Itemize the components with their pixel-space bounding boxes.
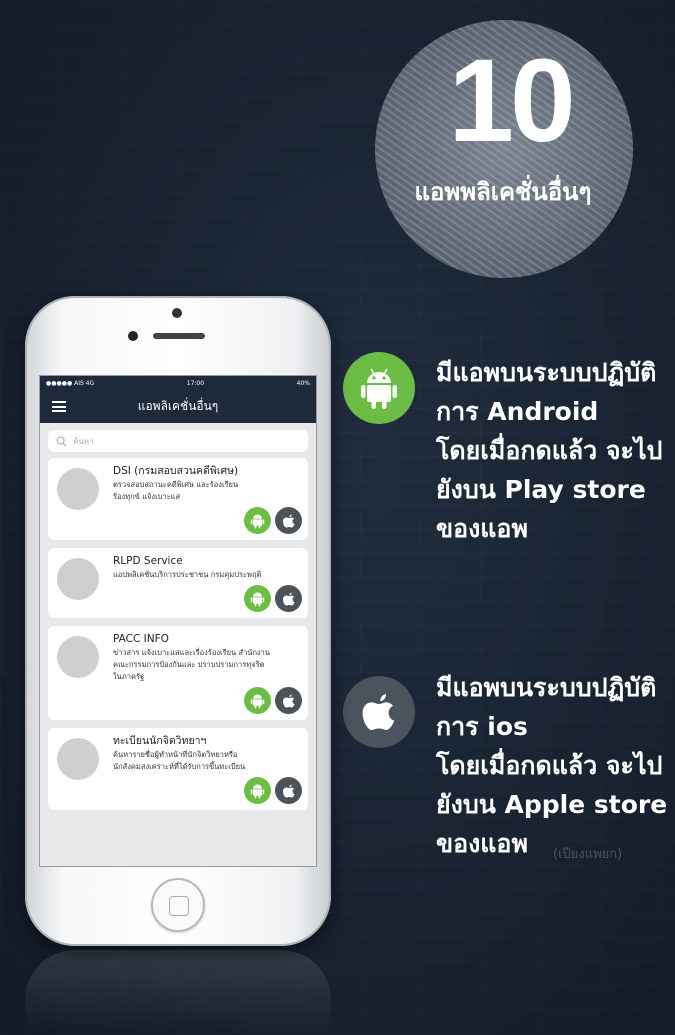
phone-screen: ●●●●● AIS 4G 17:00 40% แอพลิเคชั่นอื่นๆ …: [39, 375, 317, 867]
store-buttons: [113, 585, 302, 612]
app-store-button[interactable]: [275, 507, 302, 534]
app-description: แอปพลิเคชั่นบริการประชาชน กรมคุมประพฤติ: [113, 569, 302, 581]
app-description-line: ตรวจสอบสถานะคดีพิเศษ และร้องเรียน: [113, 480, 239, 489]
status-bar: ●●●●● AIS 4G 17:00 40%: [40, 376, 316, 390]
android-feature-line: ของแอพ: [436, 514, 528, 543]
android-icon: [250, 514, 265, 529]
app-description-line: ร้องทุกข์ แจ้งเบาะแส: [113, 492, 181, 501]
app-bar-title: แอพลิเคชั่นอื่นๆ: [137, 399, 219, 413]
play-store-button[interactable]: [244, 507, 271, 534]
app-logo: [57, 558, 99, 600]
app-title: DSI (กรมสอบสวนคดีพิเศษ): [113, 465, 239, 477]
search-icon: [56, 436, 67, 447]
apple-icon: [282, 513, 295, 528]
ios-feature-text: มีแอพบนระบบปฏิบัติ การ ios โดยเมื่อกดแล้…: [436, 668, 672, 863]
android-icon: [250, 592, 265, 607]
list-item[interactable]: ทะเบียนนักจิตวิทยาฯ ค้นหารายชื่อผู้ทำหน้…: [48, 728, 308, 810]
android-icon: [250, 784, 265, 799]
store-buttons: [113, 687, 302, 714]
sensor: [128, 331, 138, 341]
app-description-line: ในภาครัฐ: [113, 672, 145, 681]
app-description-line: ค้นหารายชื่อผู้ทำหน้าที่นักจิตวิทยาหรือ: [113, 750, 238, 759]
list-item[interactable]: PACC INFO ข่าวสาร แจ้งเบาะแสและเรื่องร้อ…: [48, 626, 308, 720]
android-feature-text: มีแอพบนระบบปฏิบัติ การ Android โดยเมื่อก…: [436, 353, 672, 548]
android-icon: [343, 352, 415, 424]
list-item[interactable]: DSI (กรมสอบสวนคดีพิเศษ) ตรวจสอบสถานะคดีพ…: [48, 458, 308, 540]
app-description: ตรวจสอบสถานะคดีพิเศษ และร้องเรียน ร้องทุ…: [113, 479, 302, 503]
badge-number: 10: [448, 35, 575, 167]
store-buttons: [113, 507, 302, 534]
app-title: PACC INFO: [113, 633, 169, 645]
status-battery: 40%: [296, 379, 310, 387]
android-icon: [250, 694, 265, 709]
badge-subtitle: แอพพลิเคชั่นอื่นๆ: [414, 178, 592, 206]
app-description-line: นักสังคมสงเคราะห์ที่ได้รับการขึ้นทะเบียน: [113, 762, 246, 771]
ios-feature-line: การ ios: [436, 712, 528, 741]
android-feature-line: การ Android: [436, 397, 599, 426]
apple-icon: [343, 676, 415, 748]
search-bar[interactable]: [48, 430, 308, 452]
status-time: 17:00: [186, 379, 205, 387]
apple-icon: [282, 591, 295, 606]
app-store-button[interactable]: [275, 687, 302, 714]
apple-icon: [282, 693, 295, 708]
front-camera: [172, 308, 182, 318]
speaker: [153, 333, 205, 339]
ios-feature-line: มีแอพบนระบบปฏิบัติ: [436, 673, 657, 702]
ios-feature-line: ยังบน Apple store: [436, 790, 668, 819]
status-carrier: ●●●●● AIS 4G: [46, 379, 95, 387]
phone-reflection: [25, 950, 331, 1035]
app-title: RLPD Service: [113, 555, 183, 567]
hamburger-menu-icon[interactable]: [52, 401, 66, 412]
play-store-button[interactable]: [244, 585, 271, 612]
search-input[interactable]: [73, 436, 300, 446]
play-store-button[interactable]: [244, 687, 271, 714]
home-button[interactable]: [151, 878, 205, 932]
app-description-line: แอปพลิเคชั่นบริการประชาชน กรมคุมประพฤติ: [113, 570, 262, 579]
android-feature-line: มีแอพบนระบบปฏิบัติ: [436, 358, 657, 387]
play-store-button[interactable]: [244, 777, 271, 804]
app-store-button[interactable]: [275, 585, 302, 612]
android-feature-line: ยังบน Play store: [436, 475, 646, 504]
app-bar: แอพลิเคชั่นอื่นๆ: [40, 390, 316, 423]
app-logo: [57, 468, 99, 510]
ios-feature-line: โดยเมื่อกดแล้ว จะไป: [436, 751, 663, 780]
app-logo: [57, 636, 99, 678]
list-item[interactable]: RLPD Service แอปพลิเคชั่นบริการประชาชน ก…: [48, 548, 308, 618]
store-buttons: [113, 777, 302, 804]
app-logo: [57, 738, 99, 780]
app-store-button[interactable]: [275, 777, 302, 804]
android-feature-line: โดยเมื่อกดแล้ว จะไป: [436, 436, 663, 465]
app-title: ทะเบียนนักจิตวิทยาฯ: [113, 735, 207, 747]
phone-mockup: ●●●●● AIS 4G 17:00 40% แอพลิเคชั่นอื่นๆ …: [25, 296, 331, 946]
watermark: (เปียงแพยก): [553, 847, 623, 862]
app-description-line: ข่าวสาร แจ้งเบาะแสและเรื่องร้องเรียน สำน…: [113, 648, 270, 657]
apple-icon: [282, 783, 295, 798]
app-description-line: คณะกรรมการป้องกันและ ปราบปรามการทุจริต: [113, 660, 265, 669]
app-description: ข่าวสาร แจ้งเบาะแสและเรื่องร้องเรียน สำน…: [113, 647, 302, 683]
app-description: ค้นหารายชื่อผู้ทำหน้าที่นักจิตวิทยาหรือ …: [113, 749, 302, 773]
